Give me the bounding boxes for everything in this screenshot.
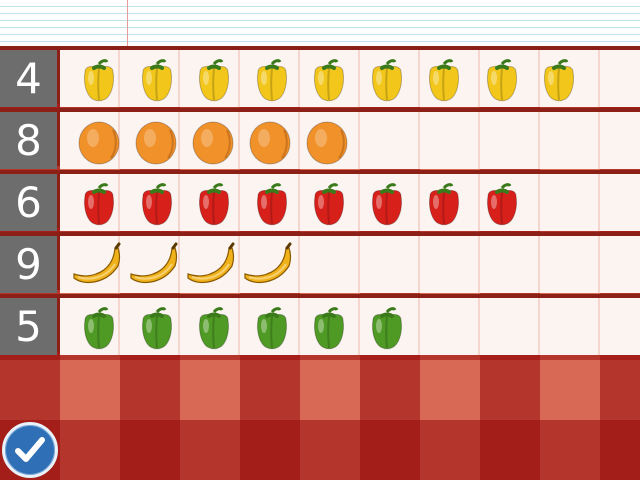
- fruit-strip: [60, 236, 640, 293]
- check-answer-button[interactable]: [2, 422, 58, 478]
- green-pepper-icon: [133, 304, 181, 352]
- row-1: 4: [0, 46, 640, 107]
- orange-fruit-icon: [246, 118, 294, 166]
- red-pepper-icon: [305, 180, 353, 228]
- row-number[interactable]: 8: [0, 112, 57, 169]
- orange-fruit-icon: [132, 118, 180, 166]
- row-4: 9: [0, 232, 640, 293]
- yellow-pepper-icon: [535, 56, 583, 104]
- fruit-strip: [60, 298, 640, 355]
- yellow-pepper-icon: [75, 56, 123, 104]
- row-2: 8: [0, 108, 640, 169]
- yellow-pepper-icon: [305, 56, 353, 104]
- notebook-paper-header: [0, 0, 640, 46]
- red-pepper-icon: [190, 180, 238, 228]
- row-5: 5: [0, 294, 640, 355]
- yellow-pepper-icon: [363, 56, 411, 104]
- yellow-pepper-icon: [248, 56, 296, 104]
- fruit-strip: [60, 174, 640, 231]
- yellow-pepper-icon: [190, 56, 238, 104]
- green-pepper-icon: [363, 304, 411, 352]
- row-number[interactable]: 9: [0, 236, 57, 293]
- red-pepper-icon: [363, 180, 411, 228]
- fruit-strip: [60, 50, 640, 107]
- red-pepper-icon: [133, 180, 181, 228]
- row-number[interactable]: 5: [0, 298, 57, 355]
- red-pepper-icon: [478, 180, 526, 228]
- green-pepper-icon: [75, 304, 123, 352]
- orange-fruit-icon: [189, 118, 237, 166]
- yellow-pepper-icon: [133, 56, 181, 104]
- row-3: 6: [0, 170, 640, 231]
- yellow-pepper-icon: [478, 56, 526, 104]
- banana-icon: [241, 242, 297, 290]
- checkmark-icon: [15, 437, 45, 462]
- yellow-pepper-icon: [420, 56, 468, 104]
- green-pepper-icon: [190, 304, 238, 352]
- margin-line: [127, 0, 128, 46]
- orange-fruit-icon: [75, 118, 123, 166]
- red-pepper-icon: [420, 180, 468, 228]
- orange-fruit-icon: [303, 118, 351, 166]
- green-pepper-icon: [305, 304, 353, 352]
- red-pepper-icon: [75, 180, 123, 228]
- fruit-strip: [60, 112, 640, 169]
- row-number[interactable]: 4: [0, 50, 57, 107]
- row-number[interactable]: 6: [0, 174, 57, 231]
- green-pepper-icon: [248, 304, 296, 352]
- banana-icon: [70, 242, 126, 290]
- banana-icon: [127, 242, 183, 290]
- banana-icon: [184, 242, 240, 290]
- red-pepper-icon: [248, 180, 296, 228]
